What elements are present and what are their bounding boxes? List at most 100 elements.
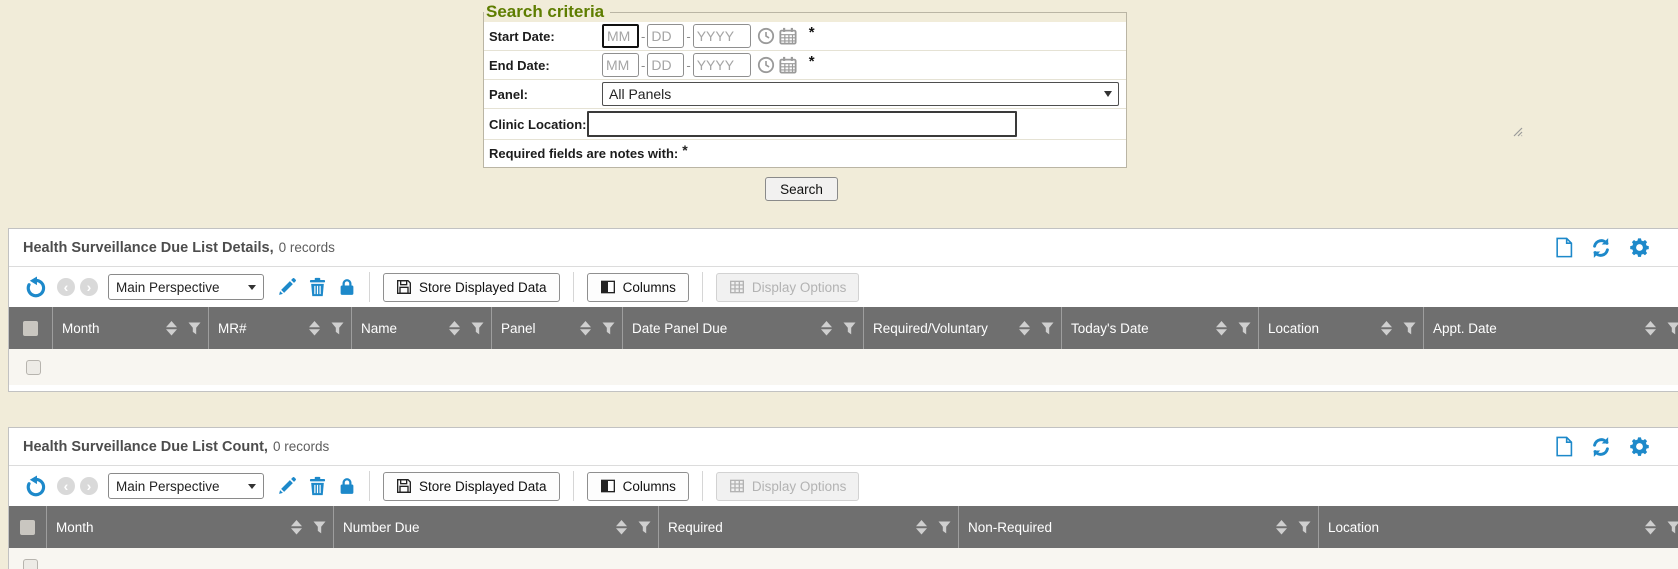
clock-icon[interactable] [757,27,775,45]
table-header-row: Month Number Due Required Non-Required L… [9,506,1678,548]
column-header-name[interactable]: Name [352,307,492,349]
next-perspective-button[interactable]: › [80,477,98,495]
row-checkbox[interactable] [23,559,38,569]
sort-icon[interactable] [821,321,832,336]
filter-icon[interactable] [1667,521,1678,534]
columns-button[interactable]: Columns [587,273,689,302]
refresh-icon[interactable] [1590,237,1612,259]
columns-button[interactable]: Columns [587,472,689,501]
calendar-icon[interactable] [779,56,797,74]
end-date-day-input[interactable] [647,53,684,77]
column-header-location[interactable]: Location [1259,307,1424,349]
panel-title-bar: Health Surveillance Due List Count, 0 re… [9,428,1678,466]
calendar-icon[interactable] [779,27,797,45]
filter-icon[interactable] [188,322,201,335]
start-date-year-input[interactable] [693,24,751,48]
start-date-month-input[interactable] [602,24,639,48]
column-header-mr[interactable]: MR# [209,307,352,349]
filter-icon[interactable] [1298,521,1311,534]
filter-icon[interactable] [313,521,326,534]
row-checkbox[interactable] [26,360,41,375]
filter-icon[interactable] [938,521,951,534]
delete-trash-icon[interactable] [308,476,327,496]
column-header-required-voluntary[interactable]: Required/Voluntary [864,307,1062,349]
sort-icon[interactable] [309,321,320,336]
resize-grip-icon[interactable] [1513,127,1523,137]
sort-icon[interactable] [1381,321,1392,336]
sort-icon[interactable] [616,520,627,535]
sort-icon[interactable] [449,321,460,336]
panel-select[interactable]: All Panels [602,82,1119,106]
column-header-number-due[interactable]: Number Due [334,506,659,548]
clinic-location-input[interactable] [587,111,1017,137]
column-header-non-required[interactable]: Non-Required [959,506,1319,548]
prev-perspective-button[interactable]: ‹ [57,278,75,296]
required-note: Required fields are notes with: [484,146,678,161]
column-header-month[interactable]: Month [53,307,209,349]
column-header-panel[interactable]: Panel [492,307,623,349]
column-header-location[interactable]: Location [1319,506,1678,548]
filter-icon[interactable] [331,322,344,335]
lock-icon[interactable] [338,277,356,297]
search-criteria-panel: Search criteria Start Date: - - * End Da… [483,2,1127,168]
clinic-location-row: Clinic Location: [484,109,1126,140]
perspective-select[interactable]: Main Perspective [108,473,264,499]
filter-icon[interactable] [602,322,615,335]
clock-icon[interactable] [757,56,775,74]
reset-perspective-icon[interactable] [25,276,48,299]
sort-icon[interactable] [1019,321,1030,336]
search-button[interactable]: Search [765,177,838,201]
gear-icon[interactable] [1629,436,1650,457]
sort-icon[interactable] [1216,321,1227,336]
filter-icon[interactable] [843,322,856,335]
column-header-date-panel-due[interactable]: Date Panel Due [623,307,864,349]
new-document-icon[interactable] [1554,237,1573,258]
sort-icon[interactable] [1645,321,1656,336]
perspective-select[interactable]: Main Perspective [108,274,264,300]
start-date-day-input[interactable] [647,24,684,48]
filter-icon[interactable] [471,322,484,335]
sort-icon[interactable] [1645,520,1656,535]
table-toolbar: ‹ › Main Perspective Store Displayed Dat… [9,267,1678,307]
column-header-todays-date[interactable]: Today's Date [1062,307,1259,349]
end-date-row: End Date: - - * [484,51,1126,80]
save-floppy-icon [396,279,412,295]
grid-icon [729,279,745,295]
filter-icon[interactable] [1238,322,1251,335]
refresh-icon[interactable] [1590,436,1612,458]
store-displayed-data-button[interactable]: Store Displayed Data [383,472,560,501]
lock-icon[interactable] [338,476,356,496]
column-header-month[interactable]: Month [47,506,334,548]
store-displayed-data-button[interactable]: Store Displayed Data [383,273,560,302]
end-date-year-input[interactable] [693,53,751,77]
display-options-button[interactable]: Display Options [716,273,860,302]
filter-icon[interactable] [638,521,651,534]
edit-pencil-icon[interactable] [277,476,297,496]
panel-row: Panel: All Panels [484,80,1126,109]
display-options-button[interactable]: Display Options [716,472,860,501]
gear-icon[interactable] [1629,237,1650,258]
table-toolbar: ‹ › Main Perspective Store Displayed Dat… [9,466,1678,506]
end-date-label: End Date: [484,58,602,73]
sort-icon[interactable] [1276,520,1287,535]
select-all-checkbox[interactable] [20,520,35,535]
filter-icon[interactable] [1667,322,1678,335]
column-header-required[interactable]: Required [659,506,959,548]
edit-pencil-icon[interactable] [277,277,297,297]
new-document-icon[interactable] [1554,436,1573,457]
next-perspective-button[interactable]: › [80,278,98,296]
select-all-checkbox-cell [9,506,47,548]
sort-icon[interactable] [166,321,177,336]
sort-icon[interactable] [580,321,591,336]
select-all-checkbox[interactable] [23,321,38,336]
required-asterisk: * [682,142,687,158]
column-header-appt-date[interactable]: Appt. Date [1424,307,1678,349]
filter-icon[interactable] [1403,322,1416,335]
sort-icon[interactable] [916,520,927,535]
sort-icon[interactable] [291,520,302,535]
delete-trash-icon[interactable] [308,277,327,297]
prev-perspective-button[interactable]: ‹ [57,477,75,495]
end-date-month-input[interactable] [602,53,639,77]
filter-icon[interactable] [1041,322,1054,335]
reset-perspective-icon[interactable] [25,475,48,498]
